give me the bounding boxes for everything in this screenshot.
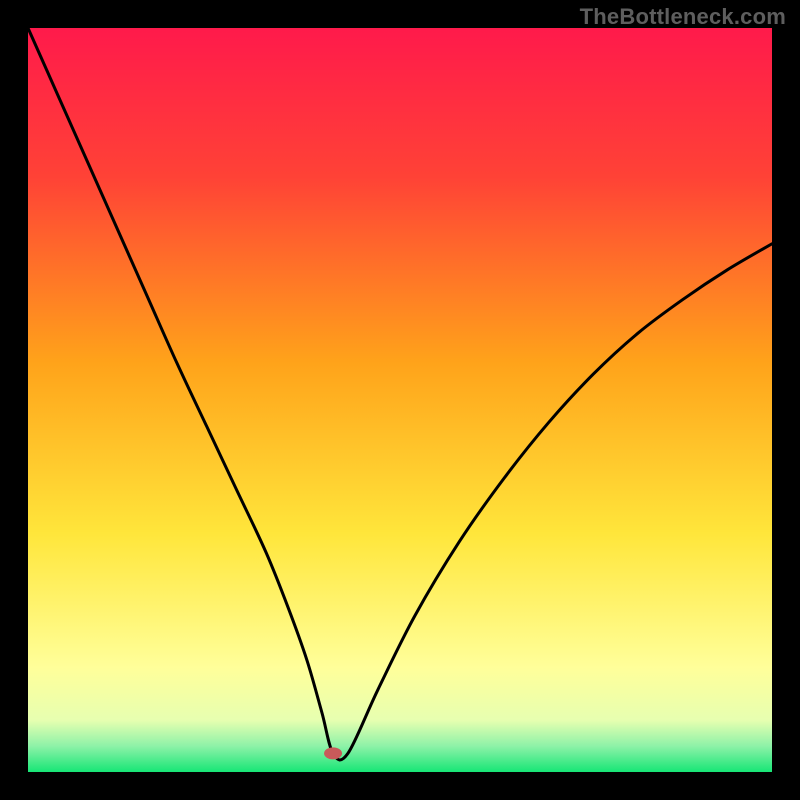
plot-area [28,28,772,772]
curve-layer [28,28,772,772]
watermark-text: TheBottleneck.com [580,4,786,30]
bottleneck-curve [28,28,772,760]
chart-outer: TheBottleneck.com [0,0,800,800]
minimum-marker [324,747,342,759]
